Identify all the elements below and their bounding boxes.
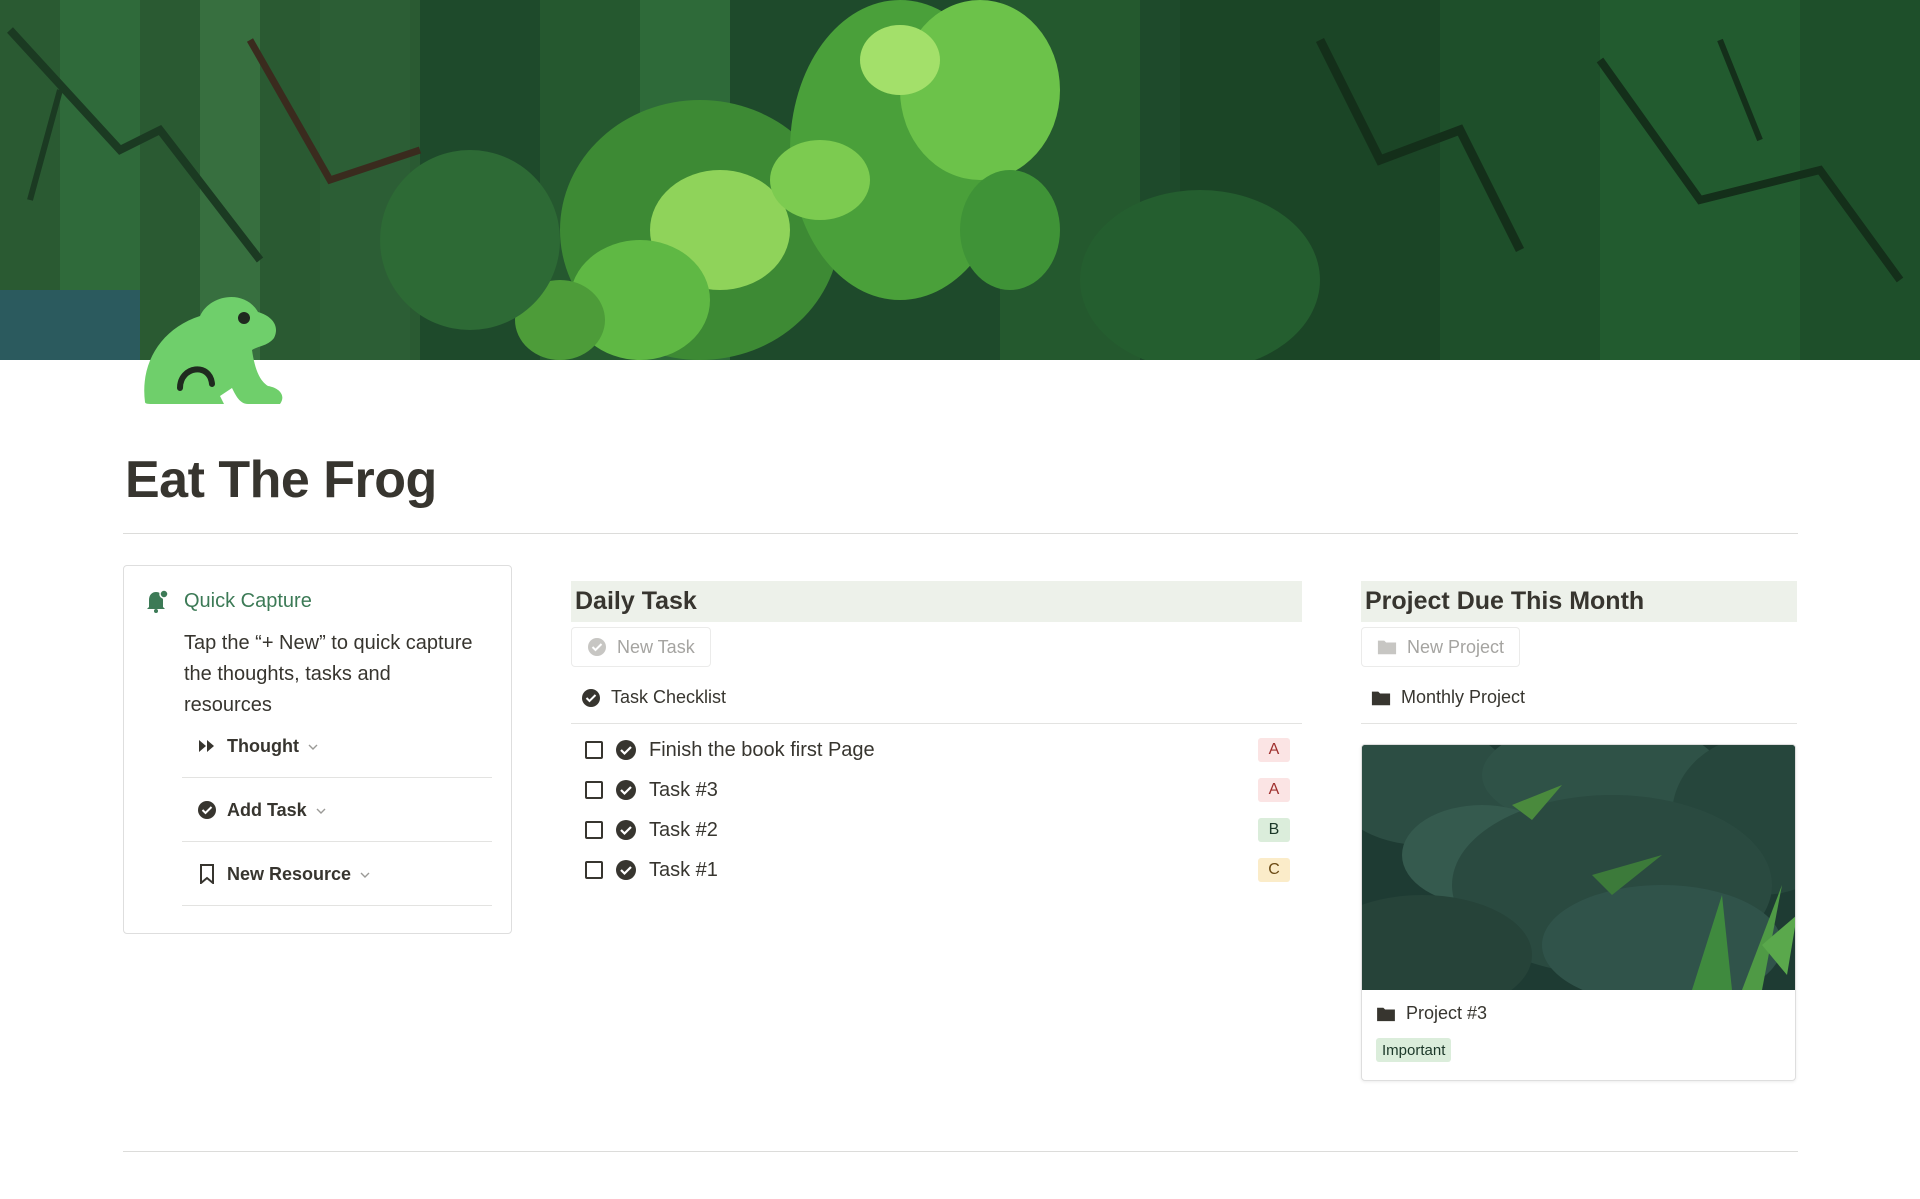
divider [123, 1151, 1798, 1152]
add-task-label: Add Task [227, 799, 307, 820]
task-row[interactable]: Task #3 A [585, 770, 1290, 810]
bookmark-icon [197, 864, 217, 884]
priority-badge: B [1258, 818, 1290, 842]
task-checklist-view-tab[interactable]: Task Checklist [581, 687, 726, 708]
priority-badge: A [1258, 738, 1290, 762]
task-checkbox[interactable] [585, 821, 603, 839]
thought-button[interactable]: Thought [182, 715, 492, 778]
daily-task-heading: Daily Task [571, 581, 1302, 622]
new-task-label: New Task [617, 636, 695, 657]
view-divider [1361, 723, 1797, 724]
priority-badge: A [1258, 778, 1290, 802]
check-circle-icon [197, 800, 217, 820]
check-circle-icon [581, 688, 601, 708]
chevron-down-icon [307, 740, 319, 752]
projects-heading: Project Due This Month [1361, 581, 1797, 622]
bell-icon [144, 588, 170, 614]
check-circle-icon [615, 739, 637, 761]
chevron-down-icon [315, 804, 327, 816]
priority-badge: C [1258, 858, 1290, 882]
task-row[interactable]: Finish the book first Page A [585, 730, 1290, 770]
view-name: Task Checklist [611, 687, 727, 707]
task-row[interactable]: Task #1 C [585, 850, 1290, 890]
task-name: Task #1 [649, 858, 718, 881]
view-divider [571, 723, 1302, 724]
quick-capture-callout: Quick Capture Tap the “+ New” to quick c… [123, 565, 512, 934]
task-name: Task #3 [649, 778, 718, 801]
task-checkbox[interactable] [585, 741, 603, 759]
check-circle-icon [615, 779, 637, 801]
thought-label: Thought [227, 735, 299, 756]
project-title-text: Project #3 [1406, 1003, 1488, 1023]
check-circle-icon [587, 637, 607, 657]
add-task-button[interactable]: Add Task [182, 779, 492, 842]
monthly-project-view-tab[interactable]: Monthly Project [1371, 687, 1525, 708]
new-project-label: New Project [1407, 636, 1505, 657]
task-row[interactable]: Task #2 B [585, 810, 1290, 850]
callout-description: Tap the “+ New” to quick capture the tho… [184, 632, 473, 716]
folder-icon [1377, 637, 1397, 657]
project-card[interactable]: Project #3 Important [1361, 744, 1796, 1081]
divider [123, 533, 1798, 534]
task-checkbox[interactable] [585, 861, 603, 879]
view-name: Monthly Project [1401, 687, 1526, 707]
new-resource-button[interactable]: New Resource [182, 843, 492, 906]
frog-icon [140, 284, 290, 414]
folder-icon [1371, 688, 1391, 708]
important-tag: Important [1376, 1038, 1452, 1062]
callout-title: Quick Capture [184, 589, 312, 612]
page-title: Eat The Frog [125, 451, 437, 509]
task-checkbox[interactable] [585, 781, 603, 799]
task-name: Task #2 [649, 818, 718, 841]
project-cover-image [1362, 745, 1795, 990]
new-task-button[interactable]: New Task [571, 627, 711, 667]
check-circle-icon [615, 859, 637, 881]
project-title[interactable]: Project #3 [1376, 1003, 1487, 1024]
fast-forward-icon [197, 736, 217, 756]
callout-header: Quick Capture [144, 588, 312, 614]
new-project-button[interactable]: New Project [1361, 627, 1521, 667]
new-resource-label: New Resource [227, 863, 352, 884]
task-name: Finish the book first Page [649, 738, 875, 761]
folder-icon [1376, 1004, 1396, 1024]
check-circle-icon [615, 819, 637, 841]
chevron-down-icon [359, 868, 371, 880]
